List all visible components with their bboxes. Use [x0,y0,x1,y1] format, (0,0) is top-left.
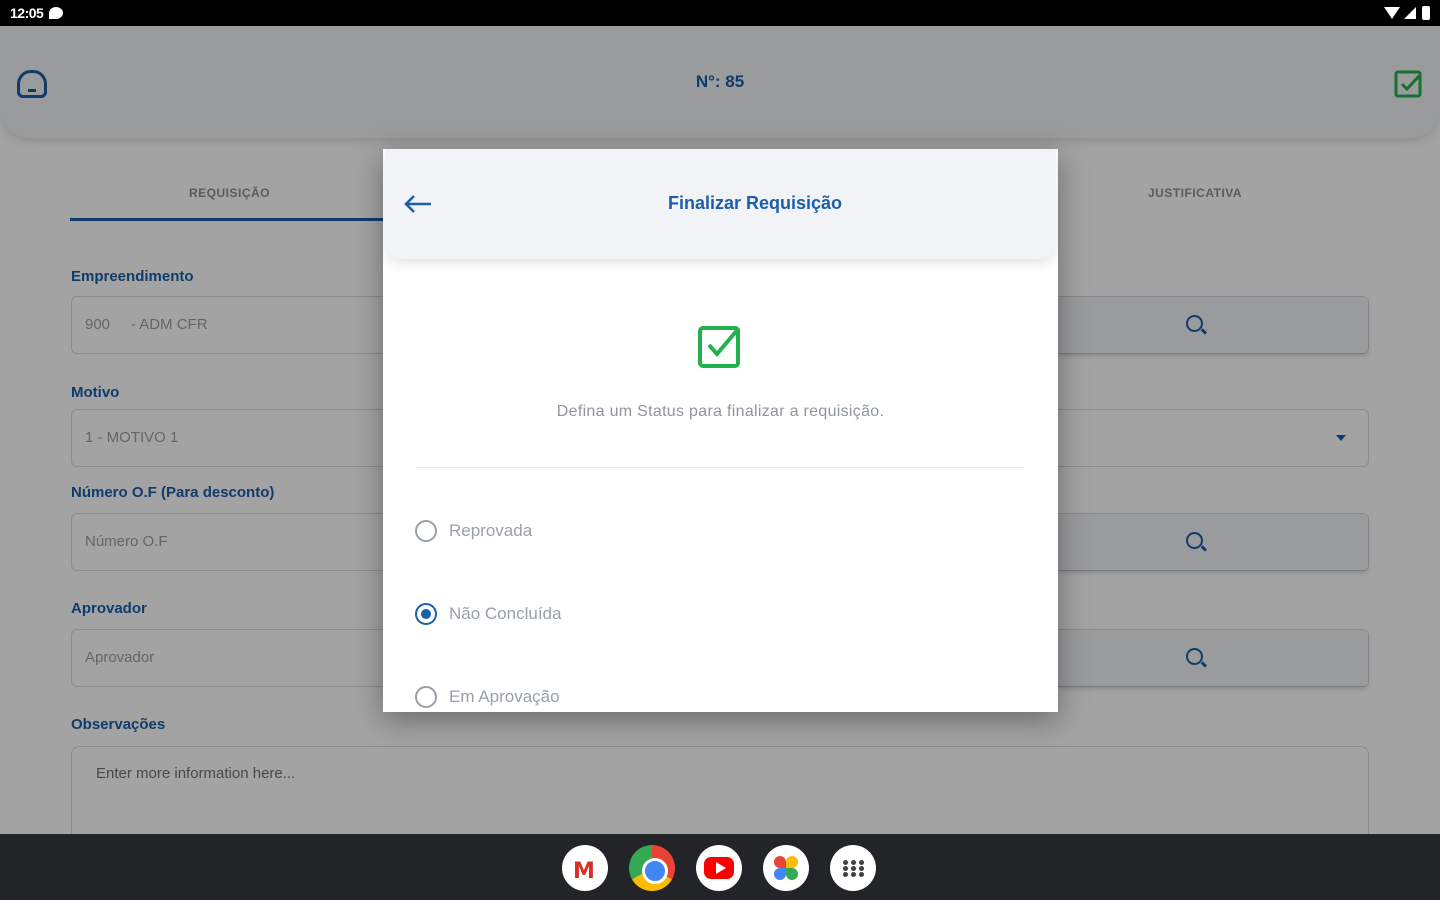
radio-label: Reprovada [449,521,533,540]
radio-button-selected[interactable] [415,603,437,625]
radio-label: Não Concluída [449,604,562,623]
radio-option-reprovada[interactable]: Reprovada [415,520,532,542]
app-drawer-icon[interactable] [830,845,876,891]
dialog-header: Finalizar Requisição [385,149,1056,259]
radio-button[interactable] [415,686,437,708]
divider [416,467,1024,468]
finalizar-dialog: Finalizar Requisição Defina um Status pa… [383,149,1058,712]
battery-icon [1422,6,1430,20]
youtube-icon[interactable] [696,845,742,891]
radio-button[interactable] [415,520,437,542]
photos-icon[interactable] [763,845,809,891]
radio-label: Em Aprovação [449,687,560,706]
status-bar: 12:05 [0,0,1440,26]
arrow-left-icon[interactable] [403,193,433,215]
navigation-bar: M [0,834,1440,900]
status-time: 12:05 [10,5,44,21]
chrome-icon[interactable] [629,845,675,891]
dialog-description: Defina um Status para finalizar a requis… [556,403,885,420]
gmail-icon[interactable]: M [562,845,608,891]
radio-option-nao-concluida[interactable]: Não Concluída [415,603,561,625]
message-icon [49,7,64,19]
signal-icon [1404,7,1416,19]
radio-option-em-aprovacao[interactable]: Em Aprovação [415,686,560,708]
check-square-icon [698,326,741,368]
wifi-icon [1384,7,1400,19]
app-dock: M [562,845,876,891]
dialog-title: Finalizar Requisição [667,193,843,213]
